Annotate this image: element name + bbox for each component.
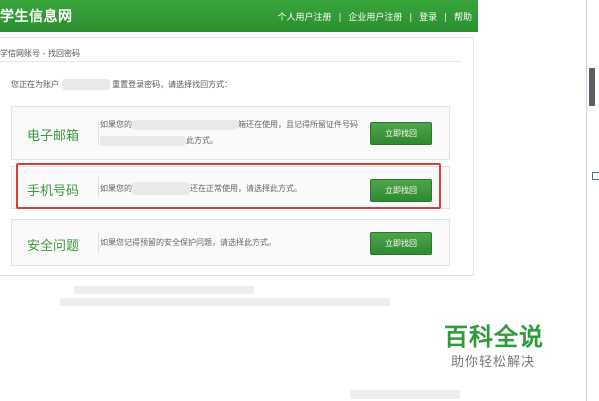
blurred-footer <box>60 298 390 306</box>
blurred-email-line2 <box>100 135 186 146</box>
nav-separator: | <box>409 13 413 23</box>
option-email-desc-suffix: 箱还在使用，且记得所留证件号码 <box>238 120 358 129</box>
highlight-frame <box>16 163 441 209</box>
option-security-question: 安全问题 如果您记得预留的安全保护问题，请选择此方式。 立即找回 <box>11 219 450 266</box>
option-email-title: 电子邮箱 <box>27 129 80 144</box>
nav-separator: | <box>338 13 342 23</box>
nav-login-link[interactable]: 登录 <box>419 10 437 23</box>
nav-help-link[interactable]: 帮助 <box>454 10 472 23</box>
blurred-footer <box>74 286 254 294</box>
option-divider <box>98 231 99 254</box>
option-divider <box>98 121 99 145</box>
blurred-account <box>61 79 110 90</box>
option-email-desc-line2-text: 此方式。 <box>186 136 218 145</box>
resize-handle[interactable] <box>592 172 599 180</box>
option-security-title: 安全问题 <box>27 239 80 254</box>
option-email: 电子邮箱 如果您的 箱还在使用，且记得所留证件号码 此方式。 立即找回 <box>11 106 450 160</box>
top-bar: 学生信息网 个人用户注册 | 企业用户注册 | 登录 | 帮助 <box>0 0 478 32</box>
intro-suffix: 重置登录密码，请选择找回方式： <box>112 80 233 89</box>
option-email-desc-line2: 此方式。 <box>100 135 218 146</box>
security-recover-button[interactable]: 立即找回 <box>370 232 432 255</box>
intro-text: 您正在为账户 重置登录密码，请选择找回方式： <box>11 79 232 90</box>
nav-separator: | <box>444 13 448 23</box>
nav-personal-register-link[interactable]: 个人用户注册 <box>278 10 332 23</box>
nav-enterprise-register-link[interactable]: 企业用户注册 <box>348 10 402 23</box>
window-edge <box>586 0 587 401</box>
intro-prefix: 您正在为账户 <box>11 80 59 89</box>
breadcrumb-divider <box>0 61 462 62</box>
option-security-desc: 如果您记得预留的安全保护问题，请选择此方式。 <box>100 238 276 247</box>
email-recover-button[interactable]: 立即找回 <box>370 122 432 145</box>
scrollbar-handle[interactable] <box>589 68 595 106</box>
blurred-email <box>132 119 238 130</box>
top-navigation: 个人用户注册 | 企业用户注册 | 登录 | 帮助 <box>278 10 472 23</box>
watermark-title: 百科全说 <box>444 323 544 351</box>
option-email-desc: 如果您的 箱还在使用，且记得所留证件号码 <box>100 119 358 130</box>
site-logo[interactable]: 学生信息网 <box>0 6 73 26</box>
watermark-subtitle: 助你轻松解决 <box>451 355 536 370</box>
blurred-bottom-bar <box>350 390 460 399</box>
option-email-desc-prefix: 如果您的 <box>100 120 132 129</box>
breadcrumb: 学信网账号 - 找回密码 <box>0 49 80 58</box>
